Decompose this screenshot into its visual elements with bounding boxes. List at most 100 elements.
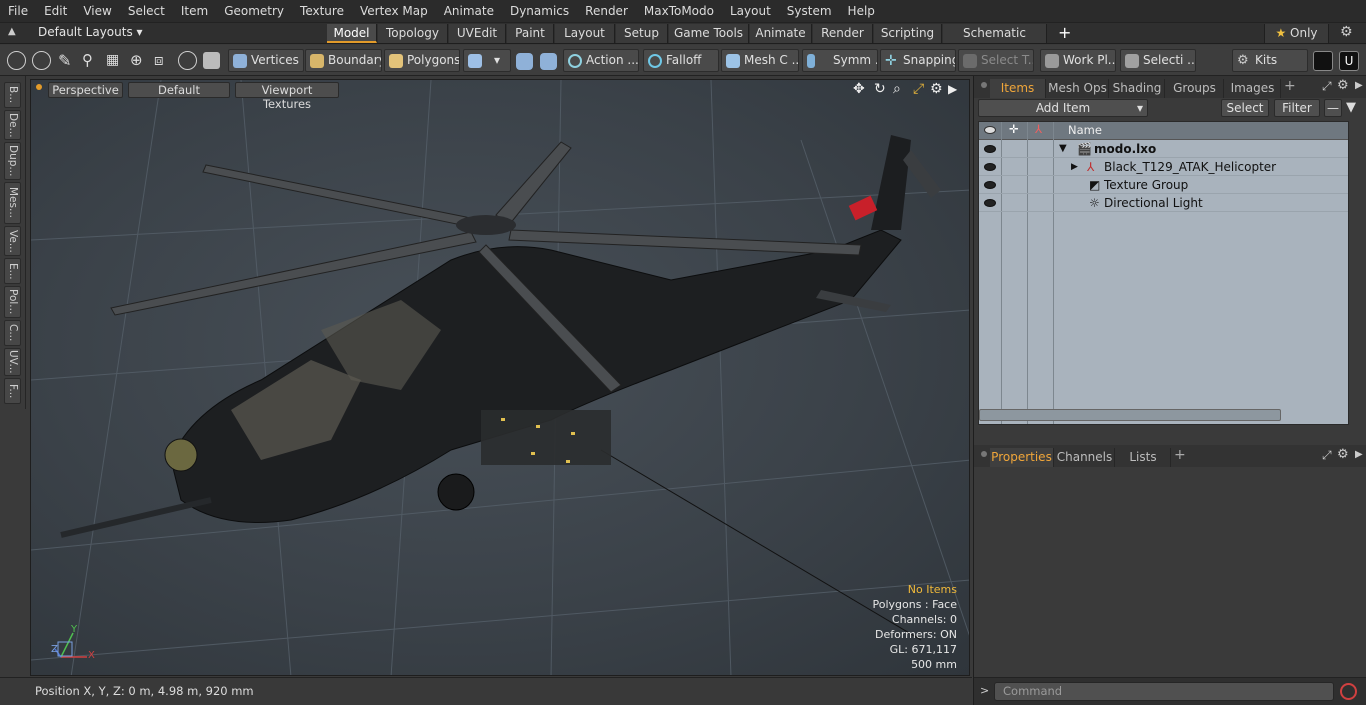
grid-icon[interactable]: ▦: [106, 52, 119, 68]
only-toggle[interactable]: ★ Only: [1264, 24, 1329, 43]
3d-viewport[interactable]: Perspective Default Viewport Textures ✥ …: [30, 79, 970, 676]
list-item[interactable]: ▼ 🎬 modo.lxo: [979, 140, 1348, 158]
tab-render[interactable]: Render: [813, 24, 873, 43]
left-tab-edge[interactable]: E...: [4, 258, 21, 284]
tab-shading[interactable]: Shading: [1110, 79, 1165, 98]
add-item-dropdown[interactable]: Add Item ▾: [978, 99, 1148, 117]
pen-icon[interactable]: ✎: [58, 51, 71, 70]
panel-arrow-icon[interactable]: ▶: [1355, 449, 1363, 460]
crosshair-icon[interactable]: ⊕: [130, 51, 143, 69]
filter-button[interactable]: Filter: [1274, 99, 1320, 117]
viewport-settings-icon[interactable]: ⚙: [930, 81, 943, 97]
tab-lists[interactable]: Lists: [1116, 448, 1171, 467]
tab-setup[interactable]: Setup: [616, 24, 668, 43]
symmetry-button[interactable]: Symm ...: [802, 49, 878, 72]
menu-edit[interactable]: Edit: [36, 0, 75, 22]
viewport-expand-icon[interactable]: ▶: [948, 82, 957, 96]
menu-item[interactable]: Item: [173, 0, 216, 22]
tab-items[interactable]: Items: [990, 79, 1046, 98]
left-tab-basic[interactable]: B...: [4, 82, 21, 108]
panel-dot-icon[interactable]: [981, 82, 987, 88]
panel-gear-icon[interactable]: ⚙: [1337, 78, 1349, 93]
record-icon[interactable]: [1340, 683, 1357, 700]
menu-select[interactable]: Select: [120, 0, 173, 22]
left-tab-polygon[interactable]: Pol...: [4, 286, 21, 318]
action-center-button[interactable]: Action ...: [563, 49, 639, 72]
tab-uvedit[interactable]: UVEdit: [449, 24, 506, 43]
tab-mesh-ops[interactable]: Mesh Ops: [1047, 79, 1109, 98]
render-column-icon[interactable]: ⅄: [1035, 122, 1042, 136]
list-item[interactable]: ◩ Texture Group: [979, 176, 1348, 194]
visibility-column-icon[interactable]: [984, 126, 996, 134]
work-plane-button[interactable]: Work Pl...: [1040, 49, 1116, 72]
rotate-view-icon[interactable]: ↻: [874, 81, 886, 97]
tab-images[interactable]: Images: [1225, 79, 1281, 98]
add-panel-tab-icon[interactable]: +: [1174, 447, 1186, 463]
falloff-button[interactable]: Falloff: [643, 49, 719, 72]
collapse-list-icon[interactable]: —: [1324, 99, 1342, 117]
tab-model[interactable]: Model: [327, 24, 377, 43]
list-item[interactable]: ☼ Directional Light: [979, 194, 1348, 212]
left-tab-deform[interactable]: De...: [4, 110, 21, 140]
fit-view-icon[interactable]: ⤢: [913, 81, 924, 97]
polygons-button[interactable]: Polygons: [384, 49, 460, 72]
tab-topology[interactable]: Topology: [378, 24, 448, 43]
menu-dynamics[interactable]: Dynamics: [502, 0, 577, 22]
shield-icon[interactable]: [516, 53, 533, 70]
tab-channels[interactable]: Channels: [1055, 448, 1115, 467]
selection-sets-button[interactable]: Selecti ...: [1120, 49, 1196, 72]
left-tab-fusion[interactable]: F...: [4, 378, 21, 404]
left-tab-vertex[interactable]: Ve...: [4, 226, 21, 256]
shield-check-icon[interactable]: [540, 53, 557, 70]
collapse-up-icon[interactable]: ▲: [8, 26, 16, 37]
menu-animate[interactable]: Animate: [436, 0, 502, 22]
item-mode-dropdown[interactable]: ▾: [463, 49, 511, 72]
name-column-header[interactable]: Name: [1068, 123, 1102, 137]
left-tab-mesh-edit[interactable]: Mes...: [4, 182, 21, 224]
panel-dot-icon[interactable]: [981, 451, 987, 457]
globe-icon[interactable]: [32, 51, 51, 70]
panel-expand-icon[interactable]: ⤢: [1322, 79, 1332, 94]
left-tab-curve[interactable]: C...: [4, 320, 21, 346]
kits-button[interactable]: ⚙ Kits: [1232, 49, 1308, 72]
snapping-button[interactable]: ✛ Snapping: [880, 49, 956, 72]
tab-properties[interactable]: Properties: [990, 448, 1054, 467]
menu-render[interactable]: Render: [577, 0, 636, 22]
perspective-button[interactable]: Perspective: [48, 82, 123, 98]
tab-scripting[interactable]: Scripting: [874, 24, 942, 43]
brush-icon[interactable]: ⚲: [82, 51, 93, 69]
tab-schematic-fusion[interactable]: Schematic Fusion: [943, 24, 1047, 59]
expand-right-icon[interactable]: ▶: [1071, 158, 1078, 176]
menu-file[interactable]: File: [0, 0, 36, 22]
panel-arrow-icon[interactable]: ▶: [1355, 80, 1363, 91]
menu-system[interactable]: System: [779, 0, 840, 22]
filter-funnel-icon[interactable]: ▼: [1346, 100, 1356, 115]
cube-shield-icon[interactable]: [203, 52, 220, 69]
panel-gear-icon[interactable]: ⚙: [1337, 447, 1349, 462]
visibility-eye-icon[interactable]: [984, 145, 996, 153]
left-tab-uv[interactable]: UV...: [4, 348, 21, 376]
select-through-button[interactable]: Select T...: [958, 49, 1034, 72]
list-item[interactable]: ▶ ⅄ Black_T129_ATAK_Helicopter: [979, 158, 1348, 176]
add-tab-icon[interactable]: +: [1058, 23, 1071, 42]
visibility-eye-icon[interactable]: [984, 163, 996, 171]
visibility-eye-icon[interactable]: [984, 181, 996, 189]
zoom-view-icon[interactable]: ⌕: [893, 81, 901, 97]
menu-view[interactable]: View: [75, 0, 119, 22]
layouts-dropdown[interactable]: Default Layouts ▾: [38, 25, 143, 39]
tab-groups[interactable]: Groups: [1166, 79, 1224, 98]
gear-icon[interactable]: ⚙: [1340, 24, 1353, 40]
ring-icon[interactable]: [178, 51, 197, 70]
shading-style-button[interactable]: Default: [128, 82, 230, 98]
menu-vertex-map[interactable]: Vertex Map: [352, 0, 436, 22]
select-button[interactable]: Select: [1221, 99, 1269, 117]
visibility-eye-icon[interactable]: [984, 199, 996, 207]
mesh-constraint-button[interactable]: Mesh C ...: [721, 49, 799, 72]
left-tab-duplicate[interactable]: Dup...: [4, 142, 21, 180]
unity-icon[interactable]: [1313, 51, 1333, 71]
tab-game-tools[interactable]: Game Tools: [669, 24, 749, 43]
lock-column-icon[interactable]: ✛: [1009, 122, 1019, 136]
menu-help[interactable]: Help: [840, 0, 883, 22]
unreal-icon[interactable]: U: [1339, 51, 1359, 71]
menu-maxtomodo[interactable]: MaxToModo: [636, 0, 722, 22]
